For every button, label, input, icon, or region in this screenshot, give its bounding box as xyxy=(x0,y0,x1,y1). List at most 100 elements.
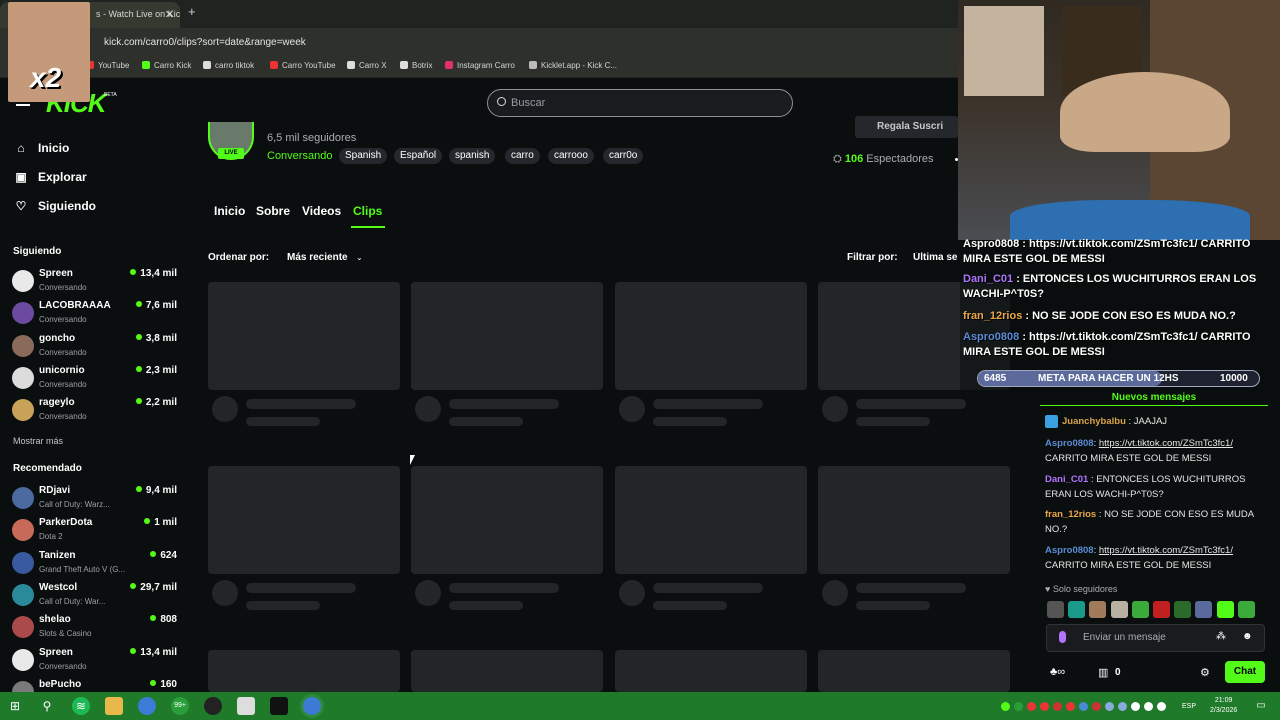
tray-icon[interactable] xyxy=(1001,702,1010,711)
gift-sub-button[interactable]: Regala Suscri xyxy=(855,116,958,138)
calendar-icon[interactable] xyxy=(237,697,255,715)
sidebar-item-inicio[interactable]: ⌂ Inicio xyxy=(14,141,69,155)
filter-dropdown[interactable]: Última sem xyxy=(913,252,958,263)
sort-dropdown[interactable]: Más reciente xyxy=(287,252,348,263)
emote-icon[interactable] xyxy=(1153,601,1170,618)
whatsapp-icon[interactable]: 99+ xyxy=(171,697,189,715)
emote-icon[interactable] xyxy=(1195,601,1213,618)
obs-icon[interactable] xyxy=(204,697,222,715)
emote-icon[interactable] xyxy=(1216,601,1234,618)
channel-item[interactable]: Spreen Conversando 13,4 mil xyxy=(12,268,177,300)
tray-icon[interactable] xyxy=(1079,702,1088,711)
tag-0[interactable]: Spanish xyxy=(339,148,388,164)
chat-link[interactable]: https://vt.tiktok.com/ZSmTc3fc1/ xyxy=(1099,438,1233,449)
chat-username[interactable]: Aspro0808 xyxy=(1045,438,1094,449)
emote-icon[interactable] xyxy=(1237,601,1255,618)
clock[interactable]: 21:09 2/3/2026 xyxy=(1210,696,1237,716)
sidebar-item-siguiendo[interactable]: ♡ Siguiendo xyxy=(14,199,96,213)
tab-videos[interactable]: Videos xyxy=(302,204,341,218)
channel-item[interactable]: LACOBRAAAA Conversando 7,6 mil xyxy=(12,300,177,332)
tag-1[interactable]: Español xyxy=(394,148,443,164)
clip-card-placeholder[interactable] xyxy=(615,466,807,574)
category-link[interactable]: Conversando xyxy=(267,150,332,162)
bookmark-1[interactable]: Carro Kick xyxy=(142,61,191,70)
chat-link[interactable]: https://vt.tiktok.com/ZSmTc3fc1/ xyxy=(1099,545,1233,556)
tray-icon[interactable] xyxy=(1118,702,1127,711)
emote-icon[interactable] xyxy=(1110,601,1128,618)
bookmark-5[interactable]: Botrix xyxy=(400,61,432,70)
folder-icon[interactable] xyxy=(105,697,123,715)
tray-icon[interactable] xyxy=(1014,702,1023,711)
spotify-icon[interactable]: ≋ xyxy=(72,697,90,715)
tray-icon[interactable] xyxy=(1105,702,1114,711)
tray-icon[interactable] xyxy=(1027,702,1036,711)
chat-username[interactable]: Aspro0808 xyxy=(1045,545,1094,556)
clip-card-placeholder[interactable] xyxy=(208,466,400,574)
clip-card-placeholder[interactable] xyxy=(411,650,603,692)
bookmark-7[interactable]: Kicklet.app - Kick C... xyxy=(529,61,617,70)
bookmark-2[interactable]: carro tiktok xyxy=(203,61,254,70)
tray-icon[interactable] xyxy=(1092,702,1101,711)
bookmark-6[interactable]: Instagram Carro xyxy=(445,61,515,70)
emote-icon[interactable] xyxy=(1068,601,1086,618)
chat-username[interactable]: Juanchybalbu xyxy=(1062,416,1126,427)
clip-card-placeholder[interactable] xyxy=(818,650,1010,692)
channel-item[interactable]: Westcol Call of Duty: War... 29,7 mil xyxy=(12,582,177,614)
chrome-active-icon[interactable] xyxy=(303,697,321,715)
emoji-icon[interactable]: ☻ xyxy=(1242,631,1253,642)
tab-inicio[interactable]: Inicio xyxy=(214,204,245,218)
channel-item[interactable]: goncho Conversando 3,8 mil xyxy=(12,333,177,365)
clip-card-placeholder[interactable] xyxy=(208,282,400,390)
tray-icon[interactable] xyxy=(1066,702,1075,711)
notification-icon[interactable]: ▭ xyxy=(1252,697,1270,715)
channel-item[interactable]: Tanizen Grand Theft Auto V (G... 624 xyxy=(12,550,177,582)
clip-card-placeholder[interactable] xyxy=(818,466,1010,574)
emote-icon[interactable] xyxy=(1131,601,1149,618)
send-chat-button[interactable]: Chat xyxy=(1225,661,1265,683)
chat-username[interactable]: Dani_C01 xyxy=(1045,474,1088,485)
show-more-link[interactable]: Mostrar más xyxy=(13,436,63,446)
clip-card-placeholder[interactable] xyxy=(615,650,807,692)
points-icon[interactable]: ♣∞ xyxy=(1050,666,1065,678)
tray-icon[interactable] xyxy=(1053,702,1062,711)
windows-start-icon[interactable]: ⊞ xyxy=(6,697,24,715)
url-field[interactable]: kick.com/carro0/clips?sort=date&range=we… xyxy=(104,37,306,48)
bookmark-3[interactable]: Carro YouTube xyxy=(270,61,336,70)
emote-icon[interactable] xyxy=(1047,601,1064,618)
chevron-down-icon[interactable]: ⌄ xyxy=(356,253,363,262)
tag-3[interactable]: carro xyxy=(505,148,540,164)
clip-card-placeholder[interactable] xyxy=(208,650,400,692)
tag-2[interactable]: spanish xyxy=(449,148,496,164)
tray-icon[interactable] xyxy=(1040,702,1049,711)
tag-5[interactable]: carr0o xyxy=(603,148,644,164)
tray-icon[interactable] xyxy=(1157,702,1166,711)
gift-icon[interactable]: ▥ xyxy=(1098,666,1108,679)
tray-icon[interactable] xyxy=(1131,702,1140,711)
translate-icon[interactable]: ⁂ xyxy=(1216,631,1226,642)
channel-item[interactable]: shelao Slots & Casino 808 xyxy=(12,614,177,646)
tab-sobre[interactable]: Sobre xyxy=(256,204,290,218)
new-messages-divider[interactable]: Nuevos mensajes xyxy=(1040,392,1268,406)
channel-item[interactable]: RDjavi Call of Duty: Warz... 9,4 mil xyxy=(12,485,177,517)
channel-item[interactable]: rageylo Conversando 2,2 mil xyxy=(12,397,177,429)
bookmark-4[interactable]: Carro X xyxy=(347,61,387,70)
tab-clips[interactable]: Clips xyxy=(353,204,382,218)
mic-icon[interactable] xyxy=(1059,631,1066,643)
emote-icon[interactable] xyxy=(1174,601,1192,618)
search-icon[interactable]: ⚲ xyxy=(38,697,56,715)
channel-item[interactable]: Spreen Conversando 13,4 mil xyxy=(12,647,177,679)
clip-card-placeholder[interactable] xyxy=(411,466,603,574)
chat-username[interactable]: fran_12rios xyxy=(1045,509,1096,520)
sidebar-item-explorar[interactable]: ▣ Explorar xyxy=(14,170,86,184)
channel-item[interactable]: ParkerDota Dota 2 1 mil xyxy=(12,517,177,549)
tag-4[interactable]: carrooo xyxy=(548,148,594,164)
gear-icon[interactable]: ⚙ xyxy=(1200,666,1210,679)
new-tab-button[interactable]: + xyxy=(188,4,196,19)
close-tab-icon[interactable]: ✕ xyxy=(165,8,174,21)
emote-icon[interactable] xyxy=(1089,601,1107,618)
channel-item[interactable]: unicornio Conversando 2,3 mil xyxy=(12,365,177,397)
chrome-icon[interactable] xyxy=(138,697,156,715)
bookmark-0[interactable]: YouTube xyxy=(86,61,129,70)
language-indicator[interactable]: ESP xyxy=(1182,703,1196,710)
clip-card-placeholder[interactable] xyxy=(615,282,807,390)
